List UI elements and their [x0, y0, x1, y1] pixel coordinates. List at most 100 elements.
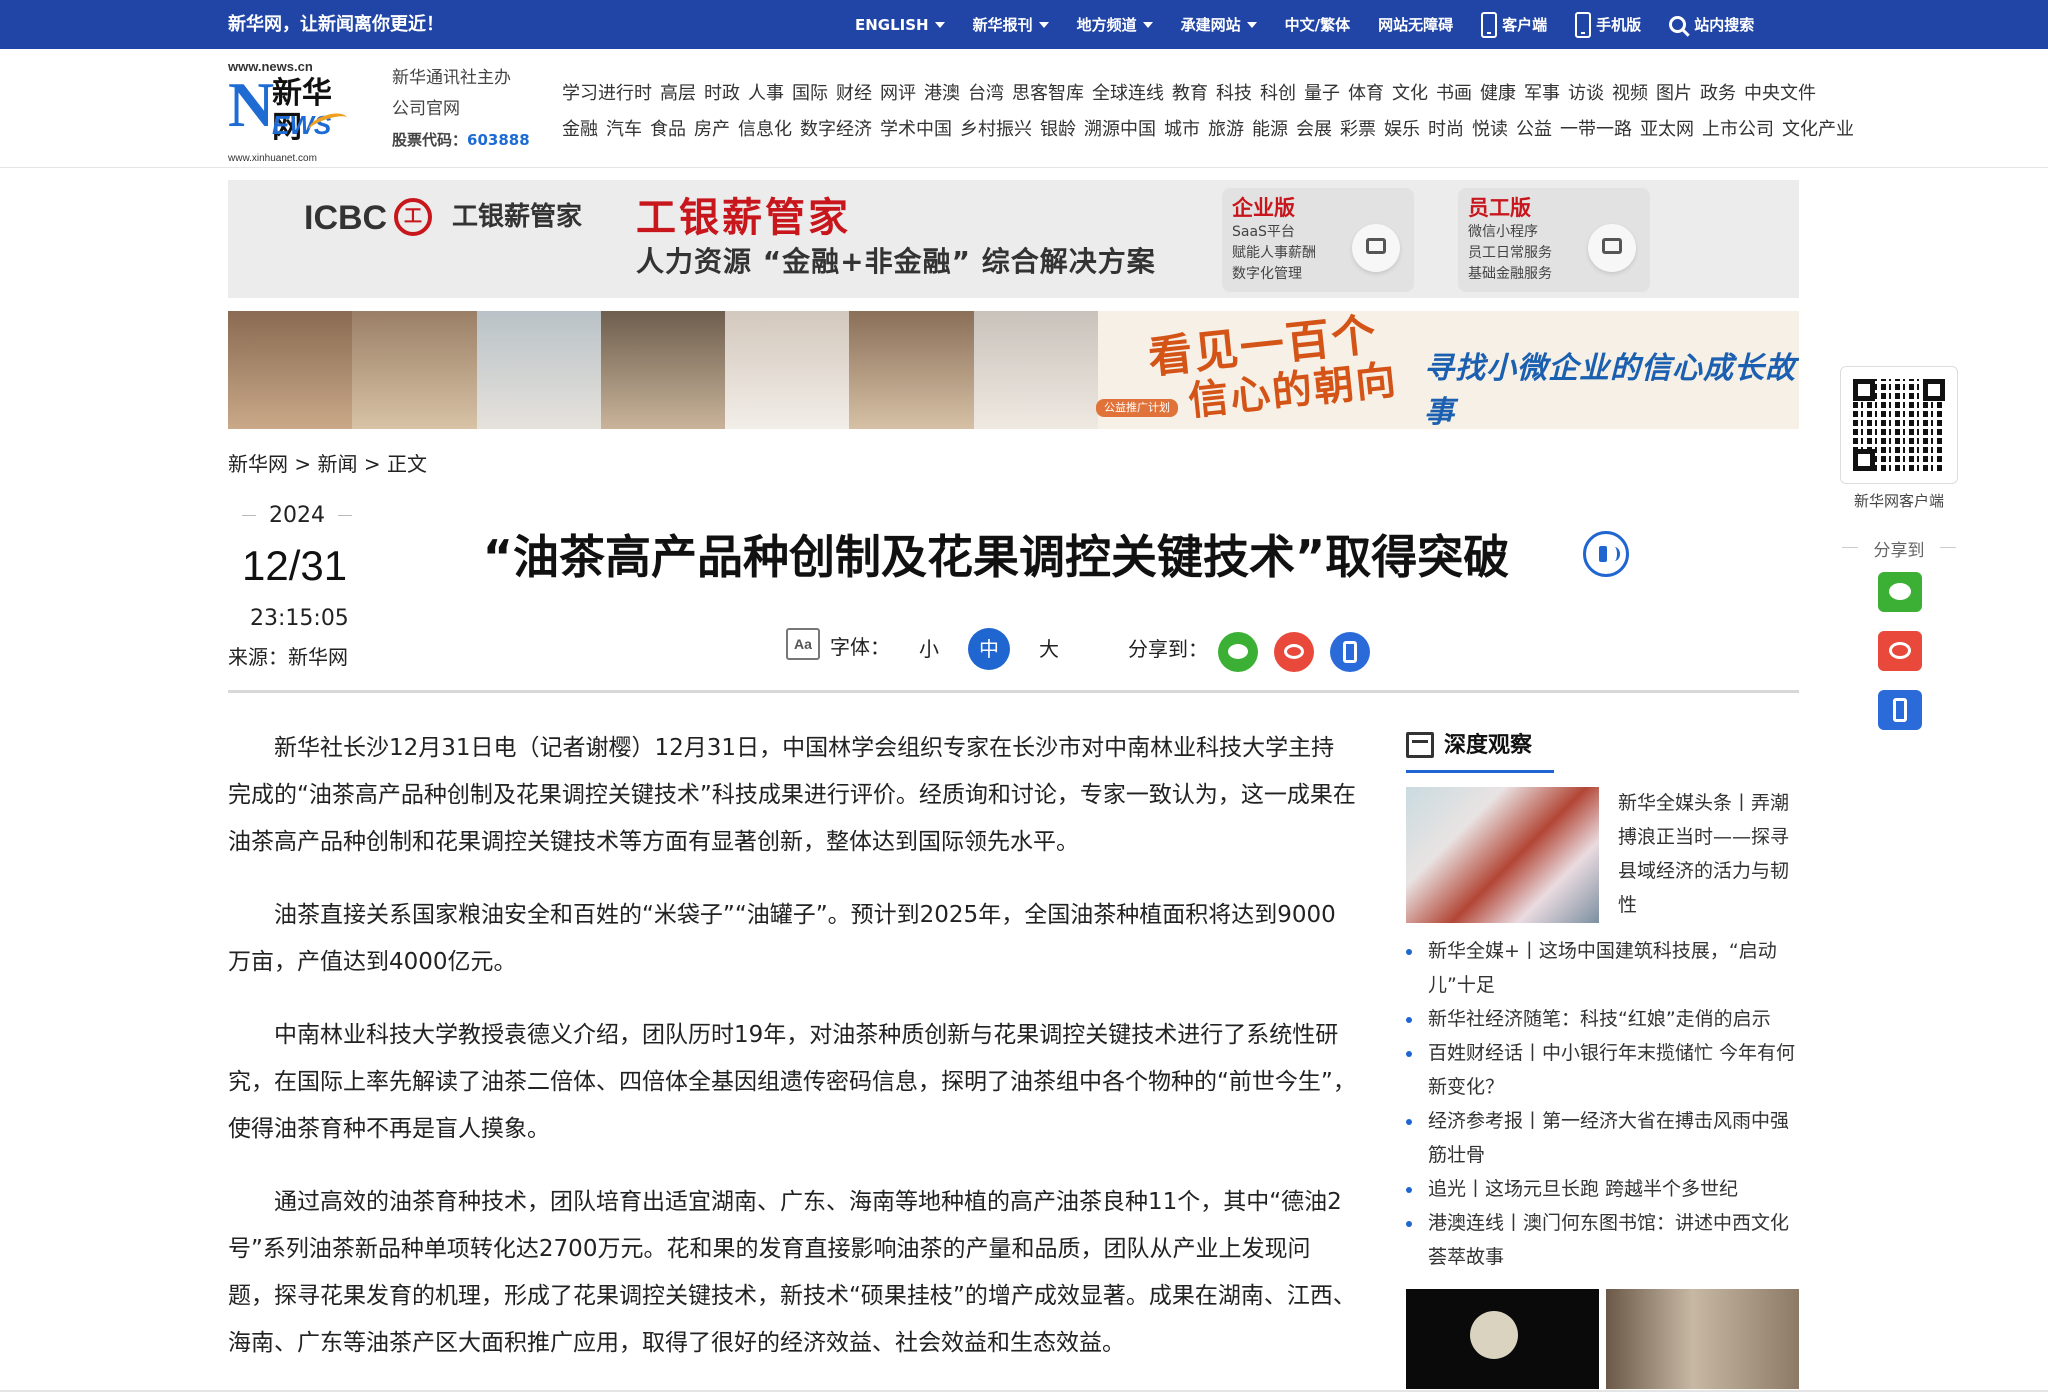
top-nav-built-sites[interactable]: 承建网站: [1181, 14, 1257, 35]
icbc-logo-text: ICBC: [304, 199, 388, 237]
qr-finder: [1853, 449, 1875, 471]
site-slogan: 新华网，让新闻离你更近！: [228, 14, 444, 35]
sidebar-list-item[interactable]: 新华社经济随笔：科技“红娘”走俏的启示: [1406, 1002, 1799, 1036]
category-nav-link[interactable]: 量子: [1304, 76, 1340, 112]
stock-value: 603888: [467, 131, 530, 149]
category-nav-link[interactable]: 娱乐: [1384, 112, 1420, 148]
top-nav-newspapers[interactable]: 新华报刊: [973, 14, 1049, 35]
top-nav-english[interactable]: ENGLISH: [855, 16, 945, 34]
category-nav-link[interactable]: 思客智库: [1012, 76, 1084, 112]
category-nav-link[interactable]: 全球连线: [1092, 76, 1164, 112]
category-nav-link[interactable]: 彩票: [1340, 112, 1376, 148]
sidebar-list-item[interactable]: 港澳连线丨澳门何东图书馆：讲述中西文化荟萃故事: [1406, 1206, 1799, 1274]
floating-share-wechat-icon[interactable]: [1878, 572, 1922, 612]
category-nav-link[interactable]: 视频: [1612, 76, 1648, 112]
floating-share-weibo-icon[interactable]: [1878, 631, 1922, 671]
share-weibo-icon[interactable]: [1274, 632, 1314, 672]
breadcrumb[interactable]: 新华网 > 新闻 > 正文: [228, 449, 427, 479]
article-tools: Aa 字体： 小 中 大 分享到：: [786, 624, 1386, 676]
category-nav-link[interactable]: 悦读: [1472, 112, 1508, 148]
floating-share-title: 分享到: [1836, 536, 1962, 561]
category-nav-link[interactable]: 时政: [704, 76, 740, 112]
category-nav-link[interactable]: 一带一路: [1560, 112, 1632, 148]
category-nav-link[interactable]: 房产: [694, 112, 730, 148]
category-nav-link[interactable]: 会展: [1296, 112, 1332, 148]
ad-card-lines: SaaS平台 赋能人事薪酬 数字化管理: [1232, 222, 1316, 285]
category-nav-link[interactable]: 中央文件: [1744, 76, 1816, 112]
category-nav-link[interactable]: 健康: [1480, 76, 1516, 112]
icbc-ad-banner[interactable]: ICBC 工 工银薪管家 工银薪管家 人力资源 “金融+非金融” 综合解决方案 …: [228, 180, 1799, 298]
audio-play-button[interactable]: [1583, 531, 1629, 577]
top-nav-client-app[interactable]: 客户端: [1481, 11, 1547, 38]
ad-card-line: 员工日常服务: [1468, 245, 1552, 261]
category-nav-link[interactable]: 体育: [1348, 76, 1384, 112]
category-nav-link[interactable]: 国际: [792, 76, 828, 112]
category-nav-link[interactable]: 教育: [1172, 76, 1208, 112]
category-nav-link[interactable]: 公益: [1516, 112, 1552, 148]
top-nav-mobile-version[interactable]: 手机版: [1575, 11, 1641, 38]
category-nav-link[interactable]: 能源: [1252, 112, 1288, 148]
category-nav-link[interactable]: 学术中国: [880, 112, 952, 148]
top-nav-language-toggle[interactable]: 中文/繁体: [1285, 14, 1350, 35]
category-nav-link[interactable]: 文化产业: [1782, 112, 1854, 148]
category-nav-link[interactable]: 网评: [880, 76, 916, 112]
share-mobile-icon[interactable]: [1330, 632, 1370, 672]
sidebar-list-item[interactable]: 新华全媒+丨这场中国建筑科技展，“启动儿”十足: [1406, 934, 1799, 1002]
category-nav-link[interactable]: 食品: [650, 112, 686, 148]
sidebar-list-item[interactable]: 追光丨这场元旦长跑 跨越半个多世纪: [1406, 1172, 1799, 1206]
category-nav-link[interactable]: 汽车: [606, 112, 642, 148]
floating-share-mobile-icon[interactable]: [1878, 690, 1922, 730]
category-nav-link[interactable]: 科创: [1260, 76, 1296, 112]
sidebar-thumbnail-people[interactable]: [1606, 1289, 1799, 1389]
category-nav-link[interactable]: 科技: [1216, 76, 1252, 112]
category-nav-link[interactable]: 学习进行时: [562, 76, 652, 112]
category-nav-link[interactable]: 乡村振兴: [960, 112, 1032, 148]
sidebar-title: 深度观察: [1444, 733, 1533, 758]
font-size-small-button[interactable]: 小: [908, 628, 950, 670]
category-nav-link[interactable]: 台湾: [968, 76, 1004, 112]
publish-time: 23:15:05: [250, 606, 349, 631]
top-nav: ENGLISH 新华报刊 地方频道 承建网站 中文/繁体 网站无障碍 客户端 手…: [855, 0, 1782, 49]
category-nav-link[interactable]: 书画: [1436, 76, 1472, 112]
font-size-large-button[interactable]: 大: [1028, 628, 1070, 670]
top-nav-accessibility[interactable]: 网站无障碍: [1378, 14, 1453, 35]
category-nav-link[interactable]: 数字经济: [800, 112, 872, 148]
sidebar-list-item[interactable]: 经济参考报丨第一经济大省在搏击风雨中强筋壮骨: [1406, 1104, 1799, 1172]
top-nav-local-channels[interactable]: 地方频道: [1077, 14, 1153, 35]
public-welfare-banner[interactable]: 看见一百个 信心的朝向 公益推广计划 寻找小微企业的信心成长故事: [228, 311, 1799, 429]
category-nav-link[interactable]: 信息化: [738, 112, 792, 148]
category-nav-link[interactable]: 文化: [1392, 76, 1428, 112]
category-nav-link[interactable]: 港澳: [924, 76, 960, 112]
ad-card-title: 企业版: [1232, 196, 1295, 220]
top-nav-label: 地方频道: [1076, 16, 1137, 34]
category-nav-link[interactable]: 时尚: [1428, 112, 1464, 148]
sidebar-thumbnail-moon[interactable]: [1406, 1289, 1599, 1389]
sidebar-list: 新华全媒+丨这场中国建筑科技展，“启动儿”十足 新华社经济随笔：科技“红娘”走俏…: [1406, 934, 1799, 1274]
xinhua-logo[interactable]: www.news.cn N 新华网 EWS www.xinhuanet.com: [228, 59, 350, 164]
category-nav-link[interactable]: 军事: [1524, 76, 1560, 112]
category-nav-link[interactable]: 政务: [1700, 76, 1736, 112]
category-nav-link[interactable]: 人事: [748, 76, 784, 112]
category-nav-link[interactable]: 访谈: [1568, 76, 1604, 112]
sidebar-list-item[interactable]: 百姓财经话丨中小银行年末揽储忙 今年有何新变化？: [1406, 1036, 1799, 1104]
category-nav-link[interactable]: 图片: [1656, 76, 1692, 112]
category-nav-link[interactable]: 旅游: [1208, 112, 1244, 148]
top-bar: 新华网，让新闻离你更近！ ENGLISH 新华报刊 地方频道 承建网站 中文/繁…: [0, 0, 2048, 49]
org-line-1: 新华通讯社主办: [392, 68, 511, 88]
top-nav-site-search[interactable]: 站内搜索: [1669, 14, 1754, 35]
featured-story-link[interactable]: 新华全媒头条丨弄潮搏浪正当时——探寻县域经济的活力与韧性: [1618, 786, 1800, 922]
category-nav-link[interactable]: 银龄: [1040, 112, 1076, 148]
category-nav-link[interactable]: 财经: [836, 76, 872, 112]
category-nav-link[interactable]: 上市公司: [1702, 112, 1774, 148]
banner-subline: 寻找小微企业的信心成长故事: [1424, 351, 1796, 429]
category-nav-link[interactable]: 金融: [562, 112, 598, 148]
category-nav-link[interactable]: 城市: [1164, 112, 1200, 148]
share-wechat-icon[interactable]: [1218, 632, 1258, 672]
article-paragraph: 油茶直接关系国家粮油安全和百姓的“米袋子”“油罐子”。预计到2025年，全国油茶…: [228, 902, 1336, 975]
featured-story-image[interactable]: [1406, 787, 1599, 923]
category-nav-link[interactable]: 亚太网: [1640, 112, 1694, 148]
font-size-medium-button[interactable]: 中: [968, 628, 1010, 670]
title-divider: [228, 690, 1799, 693]
category-nav-link[interactable]: 高层: [660, 76, 696, 112]
category-nav-link[interactable]: 溯源中国: [1084, 112, 1156, 148]
